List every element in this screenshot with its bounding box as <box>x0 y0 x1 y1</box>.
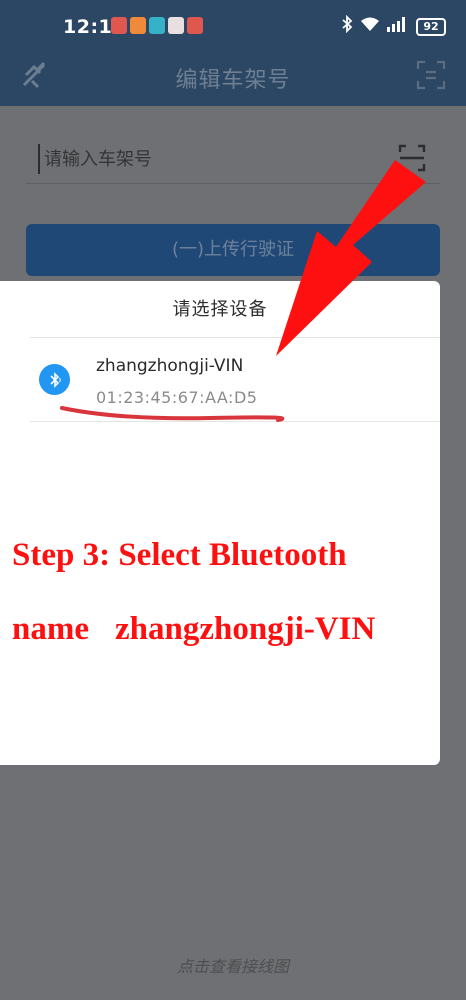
device-mac-address: 01:23:45:67:AA:D5 <box>96 388 258 407</box>
bluetooth-icon <box>341 14 353 38</box>
page-title: 编辑车架号 <box>175 68 291 93</box>
annotation-name-value: zhangzhongji-VIN <box>115 611 376 647</box>
status-bar: 12:13 92 <box>0 0 466 52</box>
bluetooth-icon <box>39 364 70 395</box>
white-app-icon <box>168 17 184 34</box>
scan-icon[interactable] <box>398 144 426 172</box>
dialog-title: 请选择设备 <box>172 299 268 320</box>
red-app-icon <box>111 17 127 34</box>
annotation-name-line: name zhangzhongji-VIN <box>12 611 440 648</box>
upload-license-button[interactable]: (一)上传行驶证 <box>26 224 440 276</box>
notification-icons <box>111 17 203 34</box>
device-list-item[interactable]: zhangzhongji-VIN 01:23:45:67:AA:D5 <box>30 338 440 422</box>
teal-app-icon <box>149 17 165 34</box>
app-bar: 编辑车架号 <box>0 52 466 106</box>
orange-app-icon <box>130 17 146 34</box>
annotation-step-text: Step 3: Select Bluetooth <box>12 537 347 573</box>
battery-icon: 92 <box>416 17 446 36</box>
device-name: zhangzhongji-VIN <box>96 356 244 376</box>
system-icons: 92 <box>341 14 446 38</box>
annotation-name-label: name <box>12 611 89 647</box>
vin-input[interactable] <box>38 144 378 174</box>
select-device-dialog: 请选择设备 zhangzhongji-VIN 01:23:45:67:AA:D5… <box>0 281 440 765</box>
vin-input-row <box>26 134 440 184</box>
signal-icon <box>387 16 409 37</box>
red-app-icon <box>187 17 203 34</box>
scan-icon[interactable] <box>416 60 446 90</box>
wifi-icon <box>360 16 380 37</box>
view-wiring-diagram-link[interactable]: 点击查看接线图 <box>0 953 466 977</box>
